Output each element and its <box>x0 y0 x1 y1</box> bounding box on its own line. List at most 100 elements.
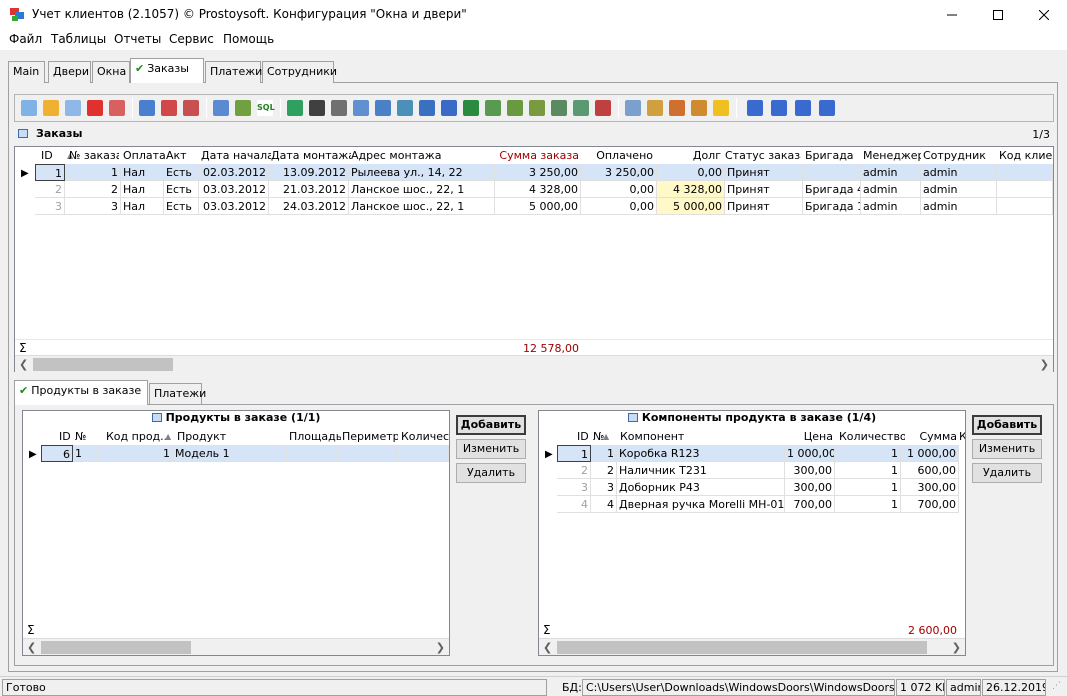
scroll-left-icon[interactable]: ❮ <box>19 356 28 373</box>
col-area[interactable]: Площадь <box>289 428 341 445</box>
print-icon[interactable] <box>331 100 347 116</box>
table-icon[interactable] <box>669 100 685 116</box>
components-edit-button[interactable]: Изменить <box>972 439 1042 459</box>
scroll-right-icon[interactable]: ❯ <box>436 639 445 656</box>
products-edit-button[interactable]: Изменить <box>456 439 526 459</box>
tab-windows[interactable]: Окна <box>92 61 130 83</box>
edit-icon[interactable] <box>43 100 59 116</box>
col-manager[interactable]: Менеджер <box>863 147 921 164</box>
col-more[interactable]: К <box>959 428 965 445</box>
menu-tables[interactable]: Таблицы <box>51 32 106 46</box>
resize-grip-icon[interactable]: ⋰ <box>1052 681 1061 691</box>
col-component[interactable]: Компонент <box>620 428 700 445</box>
tab-orders[interactable]: ✔ Заказы <box>130 58 204 83</box>
refresh-icon[interactable] <box>287 100 303 116</box>
excel-icon[interactable] <box>463 100 479 116</box>
table-row[interactable]: 3 3 Нал Есть 03.03.2012 24.03.2012 Ланск… <box>35 198 1053 215</box>
col-brigade[interactable]: Бригада <box>805 147 861 164</box>
col-install-date[interactable]: Дата монтажа <box>271 147 351 164</box>
table-2-icon[interactable] <box>691 100 707 116</box>
table-row[interactable]: 3 3 Доборник Р43 300,00 1 300,00 <box>557 479 965 496</box>
preview-icon[interactable] <box>353 100 369 116</box>
col-payment[interactable]: Оплата <box>123 147 168 164</box>
close-button[interactable] <box>1021 0 1067 30</box>
csv-icon[interactable] <box>507 100 523 116</box>
col-start-date[interactable]: Дата начала <box>201 147 271 164</box>
products-hscrollbar[interactable]: ❮ ❯ <box>23 638 449 655</box>
binoculars-icon[interactable] <box>309 100 325 116</box>
col-order-no[interactable]: № заказа <box>69 147 119 164</box>
col-client-code[interactable]: Код клиент <box>999 147 1053 164</box>
import-2-icon[interactable] <box>647 100 663 116</box>
col-perimeter[interactable]: Периметр <box>342 428 398 445</box>
lightning-icon[interactable] <box>713 100 729 116</box>
products-add-button[interactable]: Добавить <box>456 415 526 435</box>
col-address[interactable]: Адрес монтажа <box>351 147 501 164</box>
table-row[interactable]: 4 4 Дверная ручка Morelli MH-01 AB 700,0… <box>557 496 965 513</box>
sql-icon[interactable]: SQL <box>257 100 275 116</box>
next-record-icon[interactable] <box>795 100 811 116</box>
col-quantity[interactable]: Количество <box>839 428 905 445</box>
col-product-code[interactable]: Код прод... <box>106 428 166 445</box>
txt-icon[interactable] <box>529 100 545 116</box>
components-hscrollbar[interactable]: ❮ ❯ <box>539 638 965 655</box>
import-icon[interactable] <box>625 100 641 116</box>
tab-main[interactable]: Main <box>8 61 45 83</box>
word-icon[interactable] <box>441 100 457 116</box>
maximize-button[interactable] <box>975 0 1021 30</box>
table-row[interactable]: 6 1 1 Модель 1 <box>41 445 449 462</box>
minimize-button[interactable] <box>929 0 975 30</box>
filter-icon[interactable] <box>139 100 155 116</box>
col-quantity[interactable]: Количест <box>401 428 449 445</box>
tab-order-payments[interactable]: Платежи <box>149 383 206 405</box>
tab-payments[interactable]: Платежи <box>205 61 262 83</box>
col-employee[interactable]: Сотрудник <box>923 147 993 164</box>
col-status[interactable]: Статус заказа <box>725 147 801 164</box>
last-record-icon[interactable] <box>819 100 835 116</box>
new-record-icon[interactable] <box>21 100 37 116</box>
col-paid[interactable]: Оплачено <box>581 147 653 164</box>
scroll-thumb[interactable] <box>557 641 927 654</box>
scroll-left-icon[interactable]: ❮ <box>27 639 36 656</box>
table-row[interactable]: 1 1 Коробка R123 1 000,00 1 1 000,00 <box>557 445 965 462</box>
scroll-right-icon[interactable]: ❯ <box>952 639 961 656</box>
table-row[interactable]: 2 2 Нал Есть 03.03.2012 21.03.2012 Ланск… <box>35 181 1053 198</box>
table-row[interactable]: 1 1 Нал Есть 02.03.2012 13.09.2012 Рылее… <box>35 164 1053 181</box>
components-delete-button[interactable]: Удалить <box>972 463 1042 483</box>
orders-hscrollbar[interactable]: ❮ ❯ <box>15 355 1053 372</box>
scroll-thumb[interactable] <box>33 358 173 371</box>
delete-table-icon[interactable] <box>109 100 125 116</box>
filter-remove-icon[interactable] <box>161 100 177 116</box>
scroll-thumb[interactable] <box>41 641 191 654</box>
scroll-left-icon[interactable]: ❮ <box>543 639 552 656</box>
delete-icon[interactable] <box>87 100 103 116</box>
xml-icon[interactable] <box>573 100 589 116</box>
products-delete-button[interactable]: Удалить <box>456 463 526 483</box>
filter-settings-icon[interactable] <box>213 100 229 116</box>
table-row[interactable]: 2 2 Наличник Т231 300,00 1 600,00 <box>557 462 965 479</box>
tab-products-in-order[interactable]: ✔ Продукты в заказе <box>14 380 148 405</box>
chart-icon[interactable] <box>595 100 611 116</box>
col-price[interactable]: Цена <box>785 428 833 445</box>
menu-service[interactable]: Сервис <box>169 32 214 46</box>
menu-file[interactable]: Файл <box>9 32 42 46</box>
export-icon[interactable] <box>375 100 391 116</box>
col-debt[interactable]: Долг <box>657 147 721 164</box>
query-icon[interactable] <box>235 100 251 116</box>
tab-doors[interactable]: Двери <box>48 61 91 83</box>
html-icon[interactable] <box>551 100 567 116</box>
export-4-icon[interactable] <box>485 100 501 116</box>
col-no[interactable]: № <box>75 428 95 445</box>
filter-clear-icon[interactable] <box>183 100 199 116</box>
col-act[interactable]: Акт <box>166 147 196 164</box>
first-record-icon[interactable] <box>747 100 763 116</box>
col-product[interactable]: Продукт <box>177 428 257 445</box>
copy-icon[interactable] <box>65 100 81 116</box>
menu-help[interactable]: Помощь <box>223 32 274 46</box>
components-add-button[interactable]: Добавить <box>972 415 1042 435</box>
scroll-right-icon[interactable]: ❯ <box>1040 356 1049 373</box>
col-sum[interactable]: Сумма <box>905 428 957 445</box>
tab-employees[interactable]: Сотрудники <box>262 61 337 83</box>
menu-reports[interactable]: Отчеты <box>114 32 161 46</box>
export-2-icon[interactable] <box>397 100 413 116</box>
